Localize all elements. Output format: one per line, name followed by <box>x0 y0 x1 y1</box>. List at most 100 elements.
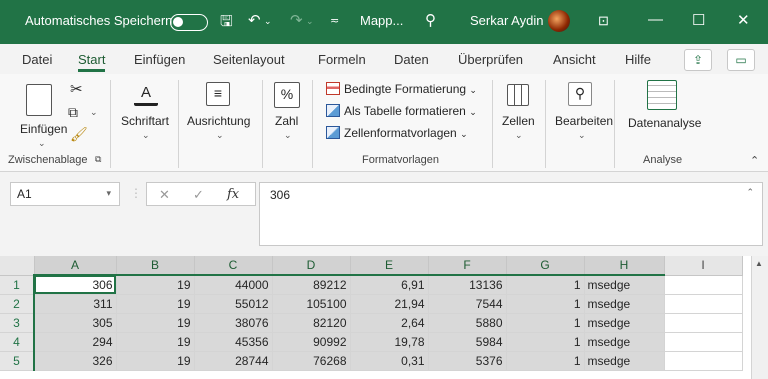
copy-dropdown-icon[interactable]: ⌄ <box>90 107 98 118</box>
table-cell[interactable]: msedge <box>584 313 665 333</box>
table-cell[interactable] <box>664 332 743 352</box>
row-header[interactable]: 3 <box>0 313 35 333</box>
table-cell[interactable]: 19 <box>116 332 195 352</box>
data-analysis-icon[interactable] <box>647 80 677 110</box>
table-cell[interactable]: 13136 <box>428 275 507 295</box>
alignment-label[interactable]: Ausrichtung <box>187 114 250 128</box>
table-cell[interactable]: 7544 <box>428 294 507 314</box>
vertical-scrollbar[interactable]: ▲ <box>751 256 768 379</box>
table-cell[interactable]: 6,91 <box>350 275 429 295</box>
table-cell[interactable]: 5984 <box>428 332 507 352</box>
share-button[interactable]: ⇪ <box>684 49 712 71</box>
tab-help[interactable]: Hilfe <box>625 52 651 67</box>
comments-button[interactable]: ▭ <box>727 49 755 71</box>
cell-styles-button[interactable]: Zellenformatvorlagen ⌄ <box>326 126 468 140</box>
minimize-icon[interactable]: — <box>648 11 663 28</box>
close-icon[interactable]: ✕ <box>737 11 750 29</box>
table-cell[interactable] <box>664 313 743 333</box>
customize-toolbar-icon[interactable]: ≂ <box>330 14 339 27</box>
paste-label[interactable]: Einfügen <box>20 122 67 136</box>
table-cell[interactable]: 44000 <box>194 275 273 295</box>
table-cell[interactable]: 21,94 <box>350 294 429 314</box>
file-name[interactable]: Mapp... <box>360 13 403 28</box>
collapse-ribbon-icon[interactable]: ⌃ <box>750 154 759 167</box>
column-header[interactable]: F <box>428 256 507 276</box>
undo-icon[interactable]: ↶ <box>248 11 261 29</box>
table-cell[interactable]: 305 <box>34 313 117 333</box>
table-cell[interactable]: 5880 <box>428 313 507 333</box>
alignment-icon[interactable]: ≡ <box>206 82 230 106</box>
table-cell[interactable]: 5376 <box>428 351 507 371</box>
search-icon[interactable]: ⚲ <box>425 11 436 29</box>
alignment-dropdown-icon[interactable]: ⌄ <box>216 130 224 141</box>
column-header[interactable]: D <box>272 256 351 276</box>
font-icon[interactable]: A <box>134 84 158 106</box>
table-cell[interactable]: 89212 <box>272 275 351 295</box>
row-header[interactable]: 2 <box>0 294 35 314</box>
number-dropdown-icon[interactable]: ⌄ <box>284 130 292 141</box>
table-cell[interactable]: 1 <box>506 332 585 352</box>
table-cell[interactable]: 311 <box>34 294 117 314</box>
table-cell[interactable]: 326 <box>34 351 117 371</box>
undo-dropdown-icon[interactable]: ⌄ <box>264 16 272 27</box>
table-cell[interactable]: 1 <box>506 275 585 295</box>
table-cell[interactable]: 90992 <box>272 332 351 352</box>
table-cell[interactable]: 76268 <box>272 351 351 371</box>
cut-icon[interactable]: ✂ <box>70 80 83 98</box>
number-label[interactable]: Zahl <box>275 114 298 128</box>
table-cell[interactable]: 1 <box>506 294 585 314</box>
clipboard-launcher-icon[interactable]: ⧉ <box>95 154 101 165</box>
table-cell[interactable]: 28744 <box>194 351 273 371</box>
autosave-toggle[interactable] <box>170 14 208 31</box>
column-header[interactable]: B <box>116 256 195 276</box>
tab-data[interactable]: Daten <box>394 52 429 67</box>
table-cell[interactable]: 1 <box>506 313 585 333</box>
editing-label[interactable]: Bearbeiten <box>555 114 613 128</box>
user-avatar[interactable] <box>548 10 570 32</box>
column-header[interactable]: H <box>584 256 665 276</box>
table-cell[interactable]: 45356 <box>194 332 273 352</box>
conditional-formatting-button[interactable]: Bedingte Formatierung ⌄ <box>326 82 477 96</box>
table-cell[interactable]: 19 <box>116 275 195 295</box>
tab-home[interactable]: Start <box>78 52 106 72</box>
table-cell[interactable]: 19 <box>116 313 195 333</box>
table-cell[interactable] <box>664 294 743 314</box>
cancel-icon[interactable]: ✕ <box>159 187 170 203</box>
table-cell[interactable]: msedge <box>584 351 665 371</box>
font-dropdown-icon[interactable]: ⌄ <box>142 130 150 141</box>
table-cell[interactable]: 2,64 <box>350 313 429 333</box>
ribbon-display-options-icon[interactable]: ⊡ <box>598 13 609 29</box>
format-painter-icon[interactable]: 🖌 <box>70 126 88 143</box>
table-cell[interactable] <box>664 275 743 295</box>
format-as-table-button[interactable]: Als Tabelle formatieren ⌄ <box>326 104 477 118</box>
scroll-up-icon[interactable]: ▲ <box>755 259 763 268</box>
tab-page-layout[interactable]: Seitenlayout <box>213 52 285 67</box>
copy-icon[interactable]: ⧉ <box>68 104 78 121</box>
column-header[interactable]: C <box>194 256 273 276</box>
table-cell[interactable]: 19 <box>116 294 195 314</box>
column-header[interactable]: G <box>506 256 585 276</box>
table-cell[interactable]: 105100 <box>272 294 351 314</box>
insert-function-icon[interactable]: fx <box>227 187 239 202</box>
confirm-icon[interactable]: ✓ <box>193 187 204 203</box>
cells-label[interactable]: Zellen <box>502 114 535 128</box>
table-cell[interactable]: msedge <box>584 332 665 352</box>
tab-insert[interactable]: Einfügen <box>134 52 185 67</box>
row-header[interactable]: 1 <box>0 275 35 295</box>
column-header[interactable]: E <box>350 256 429 276</box>
select-all-corner[interactable] <box>0 256 35 276</box>
table-cell[interactable]: 306 <box>34 275 117 295</box>
font-label[interactable]: Schriftart <box>121 114 169 128</box>
table-cell[interactable]: 19 <box>116 351 195 371</box>
column-header[interactable]: I <box>664 256 743 276</box>
table-cell[interactable]: 82120 <box>272 313 351 333</box>
paste-icon[interactable] <box>26 84 52 116</box>
maximize-icon[interactable]: ☐ <box>692 11 705 29</box>
table-cell[interactable]: msedge <box>584 294 665 314</box>
table-cell[interactable]: 38076 <box>194 313 273 333</box>
drag-handle-icon[interactable]: ⋮ <box>130 186 142 200</box>
cells-icon[interactable] <box>507 84 529 106</box>
table-cell[interactable]: 294 <box>34 332 117 352</box>
formula-input[interactable]: 306 ⌃ <box>259 182 763 246</box>
collapse-formula-bar-icon[interactable]: ⌃ <box>746 187 754 198</box>
